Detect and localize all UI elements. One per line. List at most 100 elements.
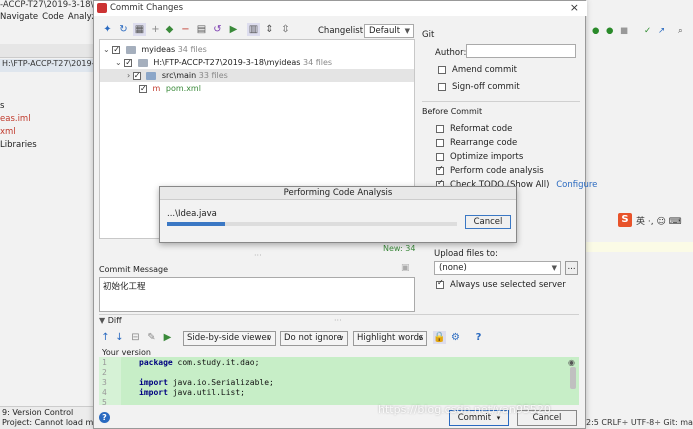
watermark: https://blog.csdn.net/yan95520: [378, 403, 551, 416]
add-icon[interactable]: +: [149, 23, 162, 36]
help-icon[interactable]: ?: [472, 331, 485, 344]
optimize-imports-checkbox[interactable]: [436, 152, 444, 161]
ide-bottom-bar: 9: Version Control Project: Cannot load …: [0, 406, 95, 429]
group-icon[interactable]: ▤: [195, 23, 208, 36]
history-icon[interactable]: ▣: [401, 263, 410, 273]
move-icon[interactable]: ◆: [163, 23, 176, 36]
ide-right-toolbar: ● ● ■ ✓ ↗ ⌕: [586, 26, 693, 42]
chevron-down-icon[interactable]: ⌄: [115, 58, 122, 67]
ide-project-tabbar: [0, 44, 95, 58]
reformat-code-option[interactable]: Reformat code: [436, 124, 512, 134]
tree-row-pom[interactable]: m pom.xml: [139, 82, 201, 95]
code-line: 5: [102, 398, 107, 405]
collapse-all-icon[interactable]: ⇳: [279, 23, 292, 36]
tree-item[interactable]: Libraries: [0, 139, 95, 152]
your-version-label: Your version: [102, 348, 151, 357]
tree-item[interactable]: xml: [0, 126, 95, 139]
ime-toolbar[interactable]: 英 ·, ☺ ⌨: [636, 214, 682, 227]
always-use-server-checkbox[interactable]: [436, 278, 444, 289]
help-button[interactable]: ?: [99, 412, 110, 423]
signoff-commit-label: Sign-off commit: [452, 82, 520, 92]
vertical-scrollbar[interactable]: [570, 367, 576, 389]
amend-commit-option[interactable]: Amend commit: [438, 65, 517, 75]
rearrange-code-option[interactable]: Rearrange code: [436, 138, 517, 148]
menu-code[interactable]: Code: [42, 12, 64, 22]
root-checkbox[interactable]: [112, 43, 121, 56]
lock-icon[interactable]: 🔒: [433, 331, 446, 344]
vcs-push-icon[interactable]: ↗: [658, 26, 665, 36]
amend-commit-checkbox[interactable]: [438, 65, 446, 74]
author-input[interactable]: [466, 44, 576, 58]
vcs-update-icon[interactable]: ●: [592, 26, 599, 36]
menu-navigate[interactable]: Navigate: [0, 12, 38, 22]
arrow-down-icon[interactable]: ↓: [113, 331, 126, 344]
vcs-commit-icon[interactable]: ✓: [644, 26, 651, 36]
tree-item[interactable]: eas.iml: [0, 113, 95, 126]
pom-checkbox[interactable]: [139, 82, 147, 95]
diff-section[interactable]: ▼ Diff: [99, 316, 122, 325]
sogou-ime-icon[interactable]: S: [618, 213, 632, 227]
version-control-tab[interactable]: 9: Version Control: [0, 407, 95, 418]
option-label: Reformat code: [450, 124, 513, 134]
perform-code-analysis-checkbox[interactable]: [436, 164, 444, 175]
run-icon[interactable]: ●: [606, 26, 613, 36]
undo-icon[interactable]: ↺: [211, 23, 224, 36]
ide-project-path[interactable]: H:\FTP-ACCP-T27\2019-: [0, 59, 95, 72]
amend-commit-label: Amend commit: [452, 65, 517, 75]
option-label: Always use selected server: [450, 280, 566, 290]
menu-analyze[interactable]: Analyz: [68, 12, 95, 22]
signoff-commit-option[interactable]: Sign-off commit: [438, 82, 520, 92]
rollback-icon[interactable]: ↻: [117, 23, 130, 36]
edit-icon[interactable]: ✎: [145, 331, 158, 344]
analysis-file: ...\Idea.java: [167, 209, 217, 219]
rearrange-code-checkbox[interactable]: [436, 138, 444, 147]
signoff-commit-checkbox[interactable]: [438, 82, 446, 91]
perform-code-analysis-option[interactable]: Perform code analysis: [436, 164, 544, 176]
gear-icon[interactable]: ⚙: [449, 331, 462, 344]
src-checkbox[interactable]: [132, 69, 141, 82]
upload-server-select[interactable]: (none) ▼: [434, 261, 561, 275]
expand-all-icon[interactable]: ⇕: [263, 23, 276, 36]
folder-icon: [137, 58, 148, 67]
splitter-handle[interactable]: ···: [334, 316, 342, 325]
diff-highlight-select[interactable]: Highlight words ∨: [353, 331, 427, 346]
upload-server-value: (none): [439, 263, 467, 273]
chevron-right-icon[interactable]: ›: [127, 71, 130, 80]
stop-icon[interactable]: ■: [620, 26, 628, 36]
configure-link[interactable]: Configure: [556, 180, 597, 190]
diff-viewer-value: Side-by-side viewer: [187, 333, 271, 343]
chevron-down-icon[interactable]: ⌄: [103, 45, 110, 54]
tree-label: myideas: [141, 45, 176, 54]
group-by-icon[interactable]: ▥: [247, 23, 260, 36]
tree-row-root[interactable]: ⌄ myideas 34 files: [103, 43, 207, 56]
modal-cancel-button[interactable]: Cancel: [465, 215, 511, 229]
upload-more-button[interactable]: ...: [565, 261, 578, 275]
diff-ignore-select[interactable]: Do not ignore ∨: [280, 331, 348, 346]
optimize-imports-option[interactable]: Optimize imports: [436, 152, 523, 162]
tree-row-path[interactable]: ⌄ H:\FTP-ACCP-T27\2019-3-18\myideas 34 f…: [115, 56, 332, 69]
ide-highlight-bar: [586, 242, 693, 252]
tree-item[interactable]: s: [0, 100, 95, 113]
changelist-select[interactable]: Default ▼: [364, 24, 414, 38]
tree-row-src[interactable]: › src\main 33 files: [100, 69, 414, 82]
code-line: 4 import java.util.List;: [102, 388, 245, 397]
search-icon[interactable]: ⌕: [678, 26, 683, 36]
close-icon[interactable]: ×: [570, 1, 579, 14]
commit-message-input[interactable]: 初始化工程: [99, 277, 415, 312]
diff-code-view[interactable]: 1 package com.study.it.dao; 2 3 import jav…: [99, 357, 579, 405]
compare-icon[interactable]: ⊟: [129, 331, 142, 344]
path-checkbox[interactable]: [124, 56, 133, 69]
remove-icon[interactable]: −: [179, 23, 192, 36]
always-use-server-option[interactable]: Always use selected server: [436, 278, 566, 290]
analysis-progress-bar: [167, 222, 457, 226]
reformat-code-checkbox[interactable]: [436, 124, 444, 133]
diff-viewer-select[interactable]: Side-by-side viewer ∨: [183, 331, 276, 346]
show-diff-icon[interactable]: ▶: [161, 331, 174, 344]
arrow-up-icon[interactable]: ↑: [99, 331, 112, 344]
splitter-handle[interactable]: ···: [254, 251, 262, 260]
show-diff-icon[interactable]: ▶: [227, 23, 240, 36]
new-count: New: 34: [383, 244, 416, 253]
diff-icon[interactable]: ▦: [133, 23, 146, 36]
refresh-icon[interactable]: ✦: [101, 23, 114, 36]
eye-icon[interactable]: ◉: [568, 358, 575, 367]
